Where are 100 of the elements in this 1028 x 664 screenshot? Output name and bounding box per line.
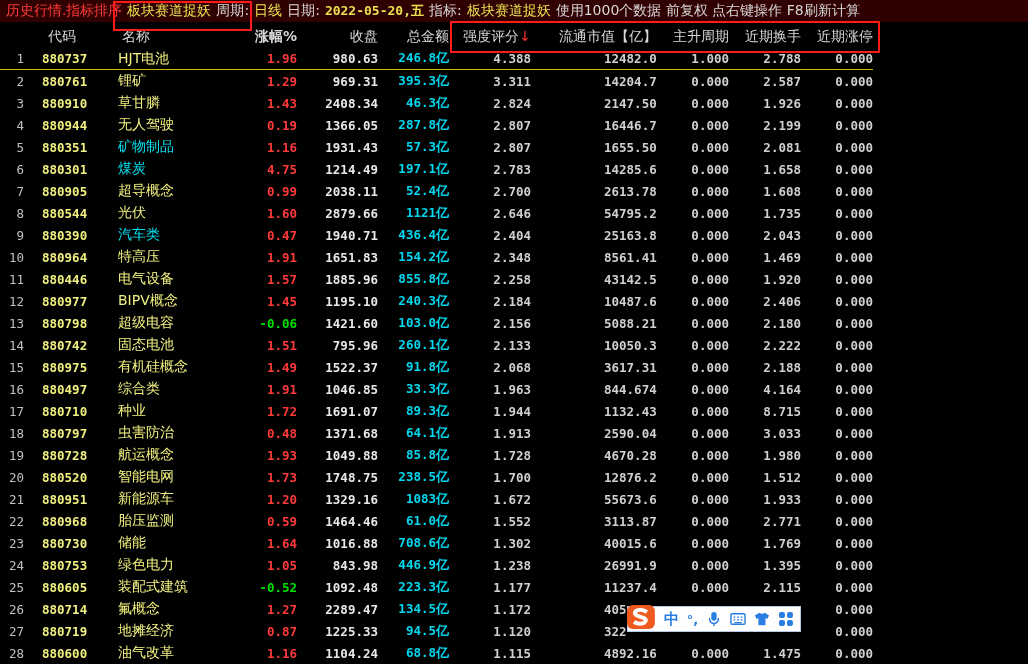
name-cell-text: 虫害防治: [118, 424, 175, 442]
turnover-cell-text: 8.715: [762, 403, 801, 419]
score-cell-text: 1.302: [492, 535, 531, 551]
period-cell-text: 0.000: [690, 381, 729, 397]
amount-cell-text: 64.1亿: [404, 424, 449, 442]
limit-cell-text: 0.000: [834, 117, 873, 133]
row-number: 16: [7, 381, 24, 397]
code-cell-text: 880944: [42, 117, 89, 133]
score-cell-text: 1.963: [492, 381, 531, 397]
input-mode-toggle[interactable]: 中: [663, 609, 679, 629]
close-cell-text: 969.31: [331, 73, 378, 89]
punctuation-toggle[interactable]: °,: [686, 611, 699, 627]
mktcap-cell-text: 3113.87: [603, 513, 657, 529]
row-number: 28: [7, 645, 24, 661]
mktcap-cell-text: 2590.04: [603, 425, 657, 441]
mktcap-cell-text: 5088.21: [603, 315, 657, 331]
column-header[interactable]: 总金额: [378, 27, 449, 46]
close-cell-text: 1691.07: [324, 403, 378, 419]
turnover-cell-text: 1.469: [762, 249, 801, 265]
mktcap-cell-text: 4892.16: [603, 645, 657, 661]
score-cell-text: 1.728: [492, 447, 531, 463]
code-cell-text: 880544: [42, 205, 89, 221]
name-cell-text: 电气设备: [118, 270, 175, 288]
change-cell-text: 4.75: [265, 161, 297, 177]
period-cell-text: 0.000: [690, 95, 729, 111]
code-cell-text: 880301: [42, 161, 89, 177]
turnover-cell-text: 2.406: [762, 293, 801, 309]
mktcap-cell-text: 2147.50: [603, 95, 657, 111]
score-cell-text: 2.156: [492, 315, 531, 331]
mktcap-cell-text: 1655.50: [603, 139, 657, 155]
shirt-icon[interactable]: [754, 611, 771, 627]
column-header[interactable]: 收盘: [297, 27, 378, 46]
column-header[interactable]: 名称: [118, 27, 244, 46]
score-cell-text: 1.177: [492, 579, 531, 595]
column-header[interactable]: 代码: [42, 27, 104, 46]
column-header[interactable]: 主升周期: [657, 27, 729, 46]
column-header[interactable]: 近期涨停: [801, 27, 873, 46]
change-cell-text: 1.72: [265, 403, 297, 419]
limit-cell-text: 0.000: [834, 403, 873, 419]
amount-cell-text: 154.2亿: [397, 248, 449, 266]
close-cell-text: 1225.33: [324, 623, 378, 639]
amount-cell-text: 68.8亿: [404, 644, 449, 662]
name-cell-text: 综合类: [118, 380, 161, 398]
name-cell-text: 航运概念: [118, 446, 175, 464]
mktcap-cell-text: 25163.8: [603, 227, 657, 243]
turnover-cell-text: 2.081: [762, 139, 801, 155]
score-cell-text: 2.404: [492, 227, 531, 243]
limit-cell-text: 0.000: [834, 139, 873, 155]
name-cell-text: 汽车类: [118, 226, 161, 244]
change-cell-text: 1.51: [265, 337, 297, 353]
limit-cell-text: 0.000: [834, 469, 873, 485]
amount-cell-text: 134.5亿: [397, 600, 449, 618]
mktcap-cell-text: 2613.78: [603, 183, 657, 199]
change-cell-text: 1.73: [265, 469, 297, 485]
grid-icon[interactable]: [778, 611, 794, 627]
period-cell-text: 0.000: [690, 579, 729, 595]
column-header[interactable]: 近期换手: [729, 27, 801, 46]
close-cell-text: 1371.68: [324, 425, 378, 441]
column-header[interactable]: 涨幅%: [244, 27, 297, 46]
turnover-cell-text: 2.788: [762, 51, 801, 66]
row-number: 24: [7, 557, 24, 573]
period-cell-text: 0.000: [690, 293, 729, 309]
title-bar-text: 使用1000个数据 前复权 点右键操作 F8刷新计算: [555, 2, 860, 20]
name-cell-text: 光伏: [118, 204, 147, 222]
row-number: 26: [7, 601, 24, 617]
change-cell-text: 1.20: [265, 491, 297, 507]
period-cell-text: 0.000: [690, 139, 729, 155]
row-number: 17: [7, 403, 24, 419]
keyboard-icon[interactable]: [730, 611, 747, 627]
name-cell-text: 种业: [118, 402, 147, 420]
amount-cell-text: 1083亿: [404, 490, 449, 508]
row-number: 5: [15, 139, 24, 155]
limit-cell-text: 0.000: [834, 645, 873, 661]
amount-cell-text: 246.8亿: [397, 50, 449, 67]
score-cell-text: 1.672: [492, 491, 531, 507]
row-number: 20: [7, 469, 24, 485]
column-header[interactable]: 流通市值【亿】: [531, 27, 657, 46]
code-cell-text: 880737: [42, 51, 89, 66]
amount-cell-text: 855.8亿: [397, 270, 449, 288]
period-cell-text: 0.000: [690, 645, 729, 661]
period-cell-text: 0.000: [690, 337, 729, 353]
title-bar-text: 板块赛道捉妖: [127, 2, 212, 20]
score-cell-text: 1.120: [492, 623, 531, 639]
turnover-cell-text: 2.115: [762, 579, 801, 595]
limit-cell-text: 0.000: [834, 205, 873, 221]
amount-cell-text: 436.4亿: [397, 226, 449, 244]
change-cell-text: 1.43: [265, 95, 297, 111]
limit-cell-text: 0.000: [834, 513, 873, 529]
turnover-cell-text: 1.658: [762, 161, 801, 177]
amount-cell-text: 238.5亿: [397, 468, 449, 486]
turnover-cell-text: 1.608: [762, 183, 801, 199]
name-cell-text: 绿色电力: [118, 556, 175, 574]
amount-cell-text: 240.3亿: [397, 292, 449, 310]
column-header[interactable]: 强度评分↓: [449, 27, 531, 46]
amount-cell-text: 103.0亿: [397, 314, 449, 332]
logo-icon[interactable]: [626, 603, 656, 631]
close-cell-text: 1931.43: [324, 139, 378, 155]
name-cell-text: 胎压监测: [118, 512, 175, 530]
score-cell-text: 2.348: [492, 249, 531, 265]
limit-cell-text: 0.000: [834, 381, 873, 397]
